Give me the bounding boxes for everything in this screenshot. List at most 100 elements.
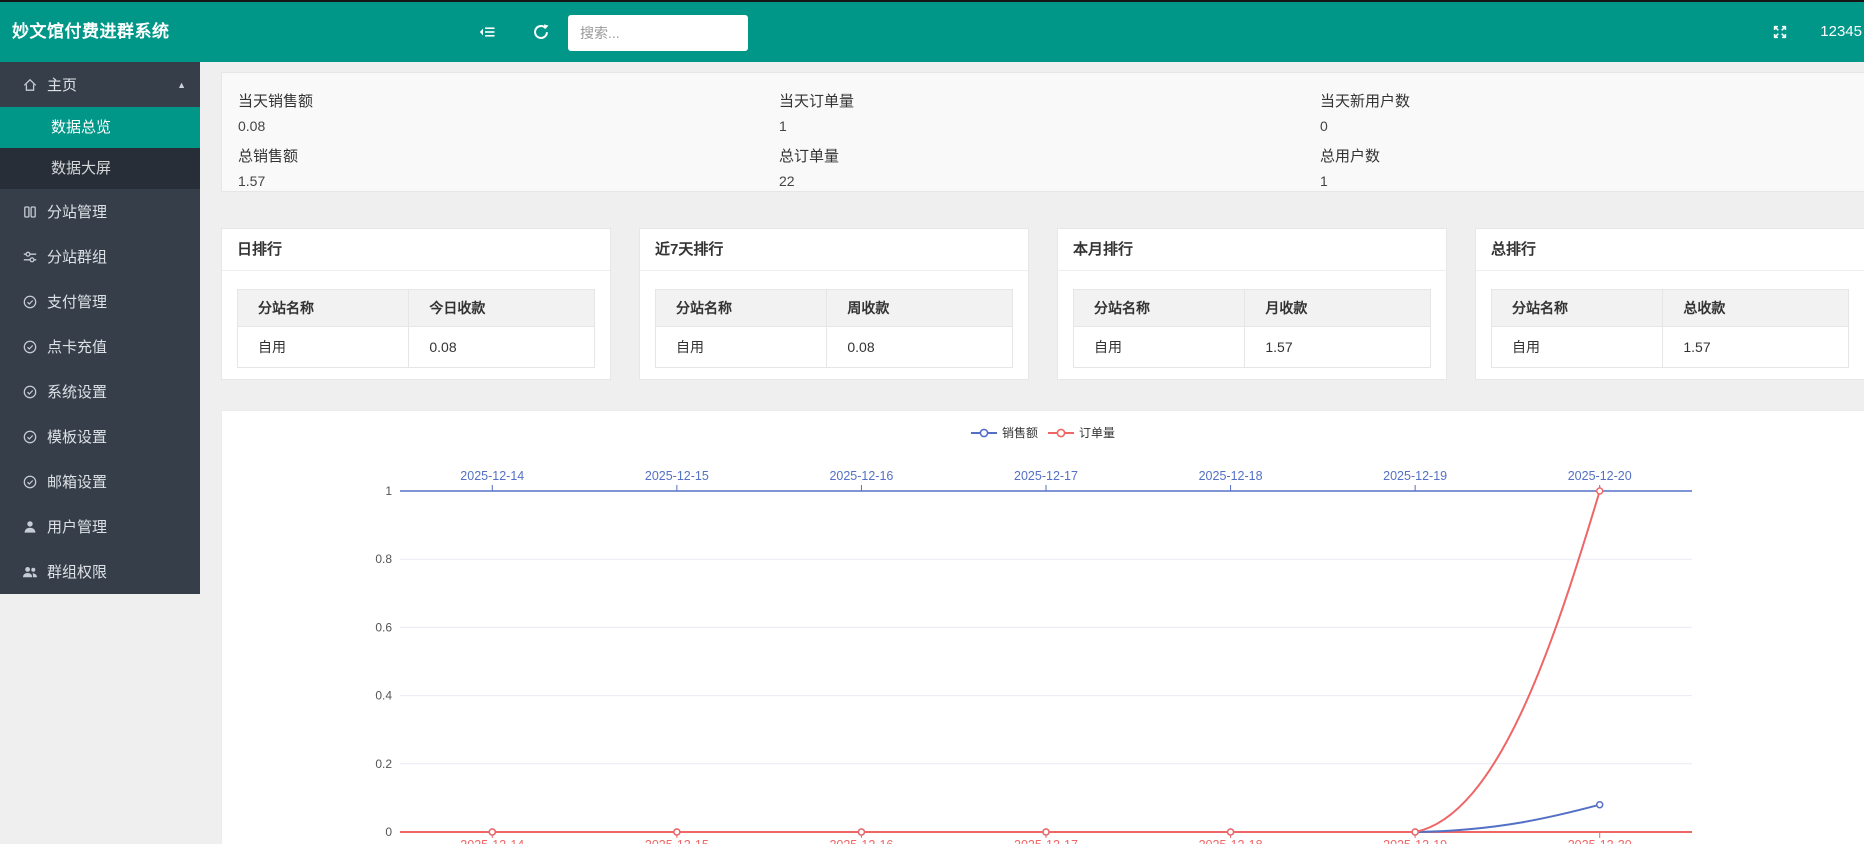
stats-panel: 当天销售额 0.08 总销售额 1.57 当天订单量 1 总订单量 22当天新用户数0总用户数…: [221, 72, 1864, 192]
ranking-table-header: 分站名称: [238, 290, 409, 327]
stat-label: 总订单量: [779, 145, 1304, 166]
svg-text:2025-12-16: 2025-12-16: [829, 838, 893, 844]
ranking-card-body: 分站名称今日收款自用0.08: [222, 271, 610, 368]
stats-column: 当天新用户数0总用户数1: [1304, 86, 1845, 191]
ranking-card-body: 分站名称周收款自用0.08: [640, 271, 1028, 368]
ranking-table-header: 今日收款: [409, 290, 595, 327]
stats-column: 当天销售额 0.08 总销售额 1.57: [222, 86, 763, 191]
ranking-card: 本月排行分站名称月收款自用1.57: [1057, 228, 1447, 380]
sidebar-item[interactable]: 模板设置: [0, 414, 200, 459]
sidebar-item-label: 分站群组: [47, 246, 107, 267]
chart-canvas: 00.20.40.60.812025-12-142025-12-142025-1…: [222, 411, 1864, 844]
sidebar-item[interactable]: 分站管理: [0, 189, 200, 234]
sidebar-submenu: 数据总览数据大屏: [0, 107, 200, 189]
sidebar-item-label: 系统设置: [47, 381, 107, 402]
columns-icon: [22, 204, 38, 220]
stat-label: 当天订单量: [779, 90, 1304, 111]
sidebar-item-home[interactable]: 主页 ▲: [0, 62, 200, 107]
chevron-up-icon: ▲: [177, 80, 186, 90]
user-icon: [22, 519, 38, 535]
stat-value: 1: [1320, 173, 1845, 189]
sidebar-item[interactable]: 系统设置: [0, 369, 200, 414]
ranking-table-header: 分站名称: [1074, 290, 1245, 327]
ranking-card: 日排行分站名称今日收款自用0.08: [221, 228, 611, 380]
legend-label: 订单量: [1079, 424, 1115, 441]
ranking-table-cell: 自用: [238, 327, 409, 368]
ranking-table: 分站名称总收款自用1.57: [1491, 289, 1849, 368]
users-icon: [22, 564, 38, 580]
sidebar-items: 分站管理分站群组支付管理点卡充值系统设置模板设置邮箱设置用户管理群组权限: [0, 189, 200, 594]
legend-item[interactable]: 订单量: [1048, 424, 1115, 441]
ranking-table-cell: 自用: [1492, 327, 1663, 368]
sidebar-item[interactable]: 用户管理: [0, 504, 200, 549]
collapse-menu-icon[interactable]: [478, 23, 496, 41]
legend-item[interactable]: 销售额: [971, 424, 1038, 441]
svg-text:2025-12-20: 2025-12-20: [1568, 469, 1632, 483]
ranking-card-title: 日排行: [222, 229, 610, 271]
ranking-card-body: 分站名称总收款自用1.57: [1476, 271, 1864, 368]
ranking-table-header: 总收款: [1663, 290, 1849, 327]
svg-text:2025-12-15: 2025-12-15: [645, 838, 709, 844]
sales-orders-chart: 销售额订单量 00.20.40.60.812025-12-142025-12-1…: [221, 410, 1864, 844]
sidebar-item[interactable]: 点卡充值: [0, 324, 200, 369]
user-menu[interactable]: 12345: [1820, 2, 1862, 62]
ranking-card-body: 分站名称月收款自用1.57: [1058, 271, 1446, 368]
table-row: 自用1.57: [1492, 327, 1849, 368]
ranking-card-title: 总排行: [1476, 229, 1864, 271]
sidebar-item[interactable]: 分站群组: [0, 234, 200, 279]
svg-text:0.4: 0.4: [375, 689, 392, 703]
ranking-table-cell: 自用: [1074, 327, 1245, 368]
svg-text:2025-12-17: 2025-12-17: [1014, 838, 1078, 844]
search-input[interactable]: [568, 15, 748, 51]
svg-text:0: 0: [385, 825, 392, 839]
ranking-table-header: 周收款: [827, 290, 1013, 327]
sidebar-item-label: 邮箱设置: [47, 471, 107, 492]
shield-check-icon: [22, 339, 38, 355]
sidebar-item[interactable]: 支付管理: [0, 279, 200, 324]
stat-value: 22: [779, 173, 1304, 189]
stat-value: 1.57: [238, 173, 763, 189]
stat-value: 1: [779, 118, 1304, 134]
ranking-table: 分站名称月收款自用1.57: [1073, 289, 1431, 368]
svg-text:2025-12-18: 2025-12-18: [1199, 838, 1263, 844]
shield-check-icon: [22, 474, 38, 490]
svg-text:2025-12-14: 2025-12-14: [460, 838, 524, 844]
app-title: 妙文馆付费进群系统: [12, 2, 170, 62]
sliders-icon: [22, 249, 38, 265]
ranking-table-header: 分站名称: [656, 290, 827, 327]
legend-label: 销售额: [1002, 424, 1038, 441]
shield-check-icon: [22, 384, 38, 400]
stat-label: 总销售额: [238, 145, 763, 166]
fullscreen-icon[interactable]: [1772, 24, 1788, 40]
home-icon: [22, 77, 38, 93]
stat-label: 当天新用户数: [1320, 90, 1845, 111]
legend-marker-icon: [1048, 428, 1074, 438]
top-bar: 妙文馆付费进群系统 12345: [0, 0, 1864, 62]
ranking-card: 近7天排行分站名称周收款自用0.08: [639, 228, 1029, 380]
svg-text:2025-12-19: 2025-12-19: [1383, 469, 1447, 483]
ranking-table-cell: 0.08: [827, 327, 1013, 368]
ranking-table-cell: 1.57: [1245, 327, 1431, 368]
sidebar-subitem[interactable]: 数据大屏: [0, 148, 200, 189]
stat-label: 当天销售额: [238, 90, 763, 111]
refresh-icon[interactable]: [532, 23, 550, 41]
main-content: 当天销售额 0.08 总销售额 1.57 当天订单量 1 总订单量 22当天新用户数0总用户数…: [200, 62, 1864, 844]
sidebar-item[interactable]: 群组权限: [0, 549, 200, 594]
sidebar-item-label: 用户管理: [47, 516, 107, 537]
table-row: 自用1.57: [1074, 327, 1431, 368]
svg-text:2025-12-17: 2025-12-17: [1014, 469, 1078, 483]
ranking-table-cell: 1.57: [1663, 327, 1849, 368]
dashboard-page: { "header": { "title": "妙文馆付费进群系统", "sea…: [0, 0, 1864, 844]
ranking-table: 分站名称周收款自用0.08: [655, 289, 1013, 368]
svg-text:2025-12-18: 2025-12-18: [1199, 469, 1263, 483]
ranking-table-header: 月收款: [1245, 290, 1431, 327]
stat-value: 0.08: [238, 118, 763, 134]
svg-text:2025-12-19: 2025-12-19: [1383, 838, 1447, 844]
ranking-row: 日排行分站名称今日收款自用0.08近7天排行分站名称周收款自用0.08本月排行分…: [221, 228, 1864, 380]
sidebar-item-label: 模板设置: [47, 426, 107, 447]
ranking-card-title: 本月排行: [1058, 229, 1446, 271]
ranking-card-title: 近7天排行: [640, 229, 1028, 271]
sidebar-subitem[interactable]: 数据总览: [0, 107, 200, 148]
table-row: 自用0.08: [238, 327, 595, 368]
sidebar-item[interactable]: 邮箱设置: [0, 459, 200, 504]
